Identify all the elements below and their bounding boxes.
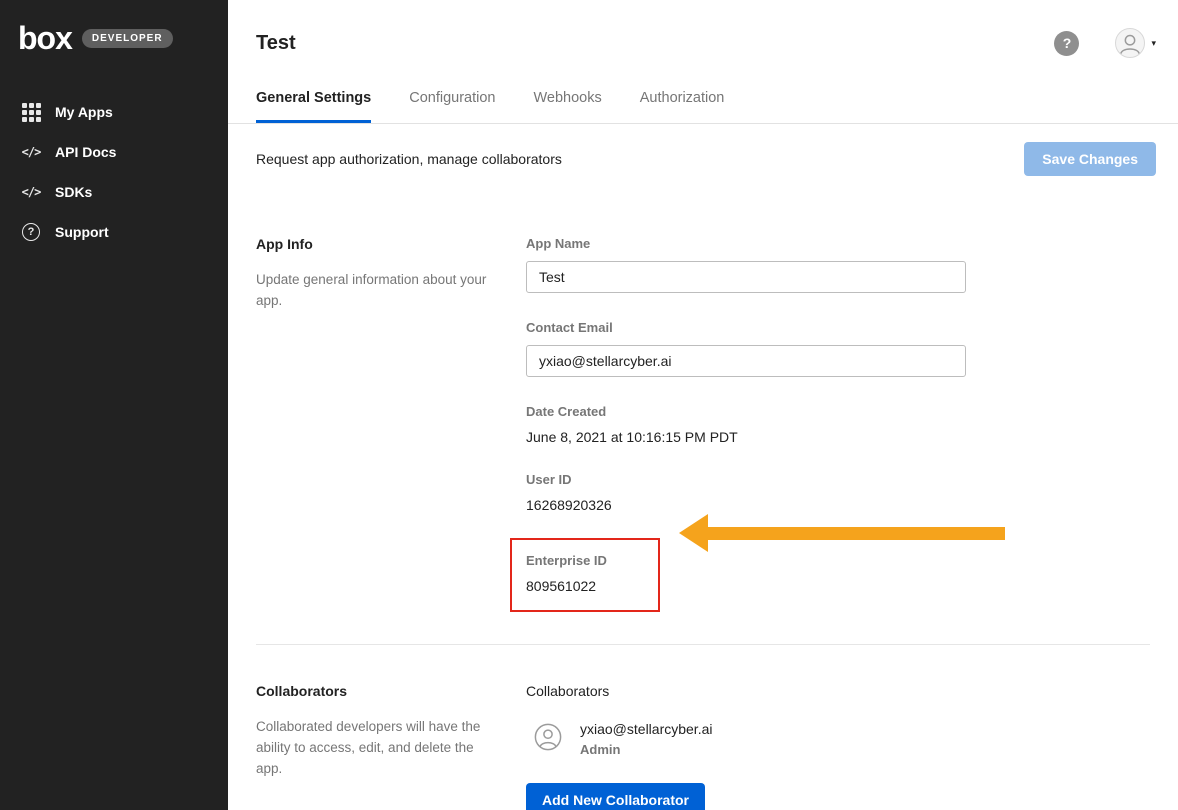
tab-bar: General Settings Configuration Webhooks …	[228, 90, 1178, 124]
sidebar-item-my-apps[interactable]: My Apps	[0, 92, 228, 132]
grid-icon	[20, 103, 42, 122]
collaborator-info: yxiao@stellarcyber.ai Admin	[580, 721, 713, 757]
date-created-value: June 8, 2021 at 10:16:15 PM PDT	[526, 429, 966, 445]
collaborators-section: Collaborators Collaborated developers wi…	[256, 683, 1150, 810]
collaborators-panel: Collaborators yxiao@stellarcyber.ai Admi…	[526, 683, 966, 810]
sidebar: box DEVELOPER My Apps </> API Docs </> S…	[0, 0, 228, 810]
avatar[interactable]	[1115, 28, 1145, 58]
section-description: Update general information about your ap…	[256, 270, 490, 312]
sidebar-item-support[interactable]: ? Support	[0, 212, 228, 252]
app-name-label: App Name	[526, 236, 966, 251]
app-info-left: App Info Update general information abou…	[256, 236, 490, 612]
logo-row: box DEVELOPER	[0, 0, 228, 54]
date-created-label: Date Created	[526, 404, 966, 419]
subheader-description: Request app authorization, manage collab…	[256, 151, 562, 167]
sidebar-item-api-docs[interactable]: </> API Docs	[0, 132, 228, 172]
collaborators-left: Collaborators Collaborated developers wi…	[256, 683, 490, 810]
sidebar-item-label: SDKs	[55, 184, 92, 200]
collaborator-name: yxiao@stellarcyber.ai	[580, 721, 713, 737]
help-icon[interactable]: ?	[1054, 31, 1079, 56]
code-icon: </>	[20, 185, 42, 199]
collaborator-role: Admin	[580, 742, 713, 757]
code-icon: </>	[20, 145, 42, 159]
developer-badge: DEVELOPER	[82, 29, 173, 48]
sidebar-item-label: API Docs	[55, 144, 116, 160]
app-name-field-group: App Name	[526, 236, 966, 293]
enterprise-id-value: 809561022	[526, 578, 643, 594]
box-logo: box	[18, 22, 72, 54]
add-new-collaborator-button[interactable]: Add New Collaborator	[526, 783, 705, 810]
sidebar-item-sdks[interactable]: </> SDKs	[0, 172, 228, 212]
question-icon: ?	[20, 223, 42, 241]
collaborators-list-title: Collaborators	[526, 683, 966, 699]
header-actions: ? ▾	[1054, 28, 1156, 58]
section-divider	[256, 644, 1150, 645]
page-title: Test	[256, 32, 296, 55]
list-item: yxiao@stellarcyber.ai Admin	[526, 721, 966, 757]
tab-webhooks[interactable]: Webhooks	[533, 90, 601, 123]
person-icon	[1116, 28, 1144, 58]
sidebar-nav: My Apps </> API Docs </> SDKs ? Support	[0, 92, 228, 252]
main-content: Test ? ▾ General Settings Configuration …	[228, 0, 1178, 810]
contact-email-input[interactable]	[526, 345, 966, 377]
sidebar-item-label: Support	[55, 224, 109, 240]
chevron-down-icon[interactable]: ▾	[1151, 38, 1156, 49]
section-title: App Info	[256, 236, 490, 252]
app-name-input[interactable]	[526, 261, 966, 293]
section-description: Collaborated developers will have the ab…	[256, 717, 490, 780]
contact-email-field-group: Contact Email	[526, 320, 966, 377]
tab-authorization[interactable]: Authorization	[640, 90, 725, 123]
collaborator-avatar-icon	[534, 723, 562, 751]
enterprise-id-label: Enterprise ID	[526, 553, 643, 568]
main-header: Test ? ▾	[228, 0, 1178, 58]
date-created-field-group: Date Created June 8, 2021 at 10:16:15 PM…	[526, 404, 966, 445]
user-id-label: User ID	[526, 472, 966, 487]
user-id-field-group: User ID 16268920326	[526, 472, 966, 513]
annotation-highlight-box: Enterprise ID 809561022	[510, 538, 660, 612]
tab-general-settings[interactable]: General Settings	[256, 90, 371, 123]
section-title: Collaborators	[256, 683, 490, 699]
tab-configuration[interactable]: Configuration	[409, 90, 495, 123]
save-changes-button[interactable]: Save Changes	[1024, 142, 1156, 176]
subheader: Request app authorization, manage collab…	[228, 124, 1178, 194]
sidebar-item-label: My Apps	[55, 104, 113, 120]
content: App Info Update general information abou…	[228, 236, 1178, 810]
contact-email-label: Contact Email	[526, 320, 966, 335]
user-id-value: 16268920326	[526, 497, 966, 513]
app-info-section: App Info Update general information abou…	[256, 236, 1150, 612]
app-info-form: App Name Contact Email Date Created June…	[526, 236, 966, 612]
